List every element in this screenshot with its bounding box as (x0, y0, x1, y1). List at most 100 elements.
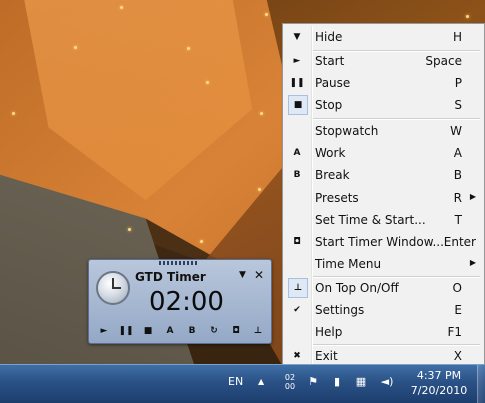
break-icon[interactable]: B (184, 326, 200, 337)
menu-item-shortcut: H (452, 30, 462, 44)
menu-item-label: Presets (315, 191, 359, 205)
menu-item-label: Stop (315, 98, 343, 112)
menu-item-label: Pause (315, 76, 351, 90)
menu-item-label: Help (315, 325, 343, 339)
stop-icon[interactable]: ■ (140, 326, 156, 337)
menu-item-shortcut: T (454, 213, 462, 227)
wallpaper-sparkle (187, 47, 190, 50)
pin-icon: ⊥ (288, 278, 308, 298)
presets-icon (287, 188, 307, 208)
menu-item-label: Start (315, 54, 345, 68)
menu-item-label: Start Timer Window... (315, 235, 444, 249)
menu-item-on-top[interactable]: ⊥ On Top On/Off O (285, 277, 482, 299)
submenu-arrow-icon: ▶ (469, 192, 476, 201)
menu-item-shortcut: S (454, 98, 462, 112)
wallpaper-sparkle (466, 15, 469, 18)
dropdown-menu-button[interactable]: ▼ (239, 270, 246, 280)
break-icon: B (293, 170, 301, 180)
submenu-arrow-icon: ▶ (469, 258, 476, 267)
flag-icon[interactable]: ⚑ (306, 375, 320, 389)
menu-item-shortcut: F1 (447, 325, 462, 339)
menu-item-label: Work (315, 146, 346, 160)
menu-item-shortcut: X (453, 349, 462, 363)
restart-icon[interactable]: ↻ (206, 326, 222, 337)
set-time-icon (287, 210, 307, 230)
timer-window-icon: ◘ (293, 237, 301, 247)
menu-item-pause[interactable]: ❚❚ Pause P (285, 72, 482, 94)
menu-item-shortcut: O (452, 281, 462, 295)
clock-date[interactable]: 7/20/2010 (404, 384, 474, 397)
taskbar: EN ▲ 02 00 ⚑ ▮ ▦ ◄) 4:37 PM 7/20/2010 (0, 364, 485, 403)
menu-item-label: Stopwatch (315, 124, 379, 138)
checkmark-icon: ✔ (293, 305, 301, 315)
power-icon[interactable]: ▮ (330, 375, 344, 389)
menu-item-start-timer-window[interactable]: ◘ Start Timer Window... Enter (285, 231, 482, 253)
menu-item-work[interactable]: A Work A (285, 142, 482, 164)
hide-icon: ▼ (293, 32, 301, 42)
context-menu: ▼ Hide H ► Start Space ❚❚ Pause P ■ Stop… (282, 23, 485, 369)
timer-title: GTD Timer (135, 270, 206, 284)
menu-item-shortcut: Space (425, 54, 462, 68)
work-icon: A (293, 148, 301, 158)
volume-icon[interactable]: ◄) (378, 375, 396, 389)
wallpaper-sparkle (206, 81, 209, 84)
menu-item-shortcut: Enter (443, 235, 476, 249)
menu-item-label: Hide (315, 30, 343, 44)
timer-controls: ► ❚❚ ■ A B ↻ ◘ ⊥ (96, 326, 266, 337)
help-icon (287, 322, 307, 342)
menu-item-settings[interactable]: ✔ Settings E (285, 299, 482, 321)
menu-item-stop[interactable]: ■ Stop S (285, 94, 482, 116)
menu-item-stopwatch[interactable]: Stopwatch W (285, 120, 482, 142)
menu-item-break[interactable]: B Break B (285, 164, 482, 186)
wallpaper-sparkle (260, 112, 263, 115)
exit-icon: ✖ (293, 351, 301, 361)
show-desktop-button[interactable] (477, 365, 485, 403)
menu-item-label: Exit (315, 349, 338, 363)
menu-item-help[interactable]: Help F1 (285, 321, 482, 343)
menu-item-presets[interactable]: Presets R ▶ (285, 187, 482, 209)
wallpaper-sparkle (12, 112, 15, 115)
stop-icon: ■ (288, 95, 308, 115)
menu-item-set-time[interactable]: Set Time & Start... T (285, 209, 482, 231)
pause-icon: ❚❚ (289, 78, 305, 88)
menu-item-label: Set Time & Start... (315, 213, 426, 227)
tray-timer-minutes: 02 (284, 373, 296, 382)
menu-item-start[interactable]: ► Start Space (285, 50, 482, 72)
menu-item-label: On Top On/Off (315, 281, 399, 295)
wallpaper-sparkle (265, 13, 268, 16)
tray-timer-icon[interactable]: 02 00 (282, 373, 298, 391)
clock-time[interactable]: 4:37 PM (410, 369, 468, 382)
wallpaper-sparkle (258, 188, 261, 191)
window-icon[interactable]: ◘ (228, 326, 244, 337)
menu-item-label: Settings (315, 303, 365, 317)
menu-item-shortcut: A (453, 146, 462, 160)
play-icon[interactable]: ► (96, 326, 112, 337)
language-indicator[interactable]: EN (228, 375, 243, 388)
wallpaper-sparkle (74, 46, 77, 49)
work-icon[interactable]: A (162, 326, 178, 337)
gtd-timer-widget[interactable]: GTD Timer ▼ ✕ 02:00 ► ❚❚ ■ A B ↻ ◘ ⊥ (88, 259, 272, 344)
menu-item-shortcut: E (454, 303, 462, 317)
menu-item-label: Break (315, 168, 350, 182)
wallpaper-sparkle (200, 240, 203, 243)
network-icon[interactable]: ▦ (354, 375, 368, 389)
drag-handle[interactable] (159, 261, 199, 265)
time-menu-icon (287, 254, 307, 274)
tray-timer-seconds: 00 (284, 382, 296, 391)
stopwatch-icon (96, 271, 130, 305)
pause-icon[interactable]: ❚❚ (118, 326, 134, 337)
menu-item-shortcut: W (450, 124, 462, 138)
menu-item-shortcut: B (453, 168, 462, 182)
menu-item-hide[interactable]: ▼ Hide H (285, 26, 482, 48)
start-icon: ► (293, 56, 301, 66)
timer-display: 02:00 (149, 287, 224, 317)
wallpaper-sparkle (128, 228, 131, 231)
close-button[interactable]: ✕ (254, 268, 264, 282)
show-hidden-icons-button[interactable]: ▲ (258, 377, 264, 386)
stopwatch-icon (287, 121, 307, 141)
menu-item-time-menu[interactable]: Time Menu ▶ (285, 253, 482, 275)
pin-icon[interactable]: ⊥ (250, 326, 266, 337)
menu-item-shortcut: P (454, 76, 462, 90)
menu-item-label: Time Menu (315, 257, 382, 271)
wallpaper-sparkle (120, 6, 123, 9)
